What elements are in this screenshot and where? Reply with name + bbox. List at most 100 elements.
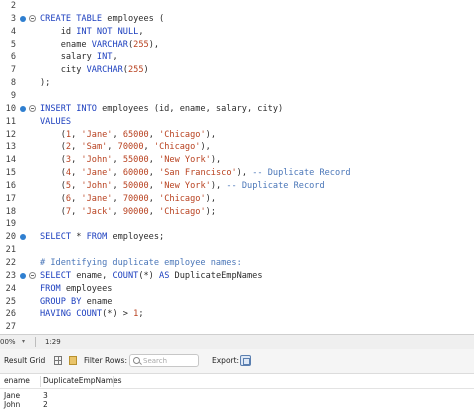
code-line[interactable]: 9 [0, 90, 474, 103]
code-line[interactable]: 20 SELECT * FROM employees; [0, 231, 474, 244]
code-line[interactable]: 11 VALUES [0, 116, 474, 129]
line-number: 10 [5, 103, 16, 114]
code-token: * [76, 232, 87, 243]
code-token: , [148, 168, 160, 179]
code-text: (6, 'Jane', 70000, 'Chicago'), [40, 193, 216, 206]
code-token: ) [143, 65, 149, 76]
code-line[interactable]: 24 FROM employees [0, 283, 474, 296]
code-line[interactable]: 18 (7, 'Jack', 90000, 'Chicago'); [0, 206, 474, 219]
code-token: ), [236, 168, 253, 179]
line-number: 26 [5, 309, 16, 320]
code-text: id INT NOT NULL, [40, 26, 144, 39]
column-header-ename[interactable]: ename [4, 374, 30, 388]
code-line[interactable]: 13 (2, 'Sam', 70000, 'Chicago'), [0, 141, 474, 154]
column-divider[interactable] [113, 376, 114, 387]
editor-status-bar: 00% ▾ 1:29 [0, 334, 474, 350]
code-token: ( [40, 129, 66, 140]
fold-toggle-icon[interactable] [29, 271, 36, 279]
cell-ename[interactable]: Jane [4, 391, 20, 400]
chevron-down-icon[interactable]: ▾ [22, 335, 25, 349]
statement-marker-icon[interactable] [20, 105, 26, 112]
code-token: , [112, 155, 123, 166]
code-line[interactable]: 12 (1, 'Jane', 65000, 'Chicago'), [0, 129, 474, 142]
code-line[interactable]: 6 salary INT, [0, 51, 474, 64]
code-token: ); [40, 78, 51, 89]
code-token: ( [40, 206, 66, 217]
code-line[interactable]: 5 ename VARCHAR(255), [0, 39, 474, 52]
code-token: , [148, 193, 160, 204]
code-line[interactable]: 3 CREATE TABLE employees ( [0, 13, 474, 26]
code-line[interactable]: 2 [0, 0, 474, 13]
code-token: , [112, 180, 123, 191]
code-token: COUNT [112, 270, 139, 281]
sql-editor[interactable]: 2 3 CREATE TABLE employees (4 id INT NOT N… [0, 0, 474, 334]
code-token: ( [40, 168, 66, 179]
code-token: , [71, 142, 82, 153]
code-line[interactable]: 19 [0, 218, 474, 231]
code-line[interactable]: 10 INSERT INTO employees (id, ename, sala… [0, 103, 474, 116]
line-number: 21 [5, 245, 16, 256]
statement-marker-icon[interactable] [20, 272, 26, 279]
column-divider[interactable] [40, 376, 41, 387]
cell-ename[interactable]: John [4, 400, 20, 409]
column-header-duplicateempnames[interactable]: DuplicateEmpNames [43, 374, 122, 388]
grid-icon[interactable] [54, 356, 62, 365]
line-number: 19 [5, 219, 16, 230]
code-line[interactable]: 17 (6, 'Jane', 70000, 'Chicago'), [0, 193, 474, 206]
code-line[interactable]: 26 HAVING COUNT(*) > 1; [0, 308, 474, 321]
export-icon[interactable] [240, 355, 251, 366]
code-token: ), [200, 142, 211, 153]
fold-toggle-icon[interactable] [29, 14, 36, 22]
code-line[interactable]: 4 id INT NOT NULL, [0, 26, 474, 39]
code-token: 'Chicago' [153, 142, 201, 153]
line-number: 2 [10, 1, 16, 11]
cell-count[interactable]: 2 [43, 400, 48, 409]
code-token: ename [40, 39, 92, 50]
filter-search-input[interactable]: Search [129, 354, 199, 367]
code-token: , [71, 129, 82, 140]
code-line[interactable]: 23 SELECT ename, COUNT(*) AS DuplicateEmp… [0, 270, 474, 283]
code-token: 70000 [117, 142, 144, 153]
columns-icon[interactable] [69, 356, 77, 365]
table-row[interactable]: Jane 3 [0, 391, 474, 400]
code-token: employees; [112, 232, 165, 243]
line-number: 14 [5, 155, 16, 166]
code-line[interactable]: 7 city VARCHAR(255) [0, 64, 474, 77]
code-line[interactable]: 8); [0, 77, 474, 90]
code-token: ), [210, 180, 227, 191]
code-token: city [40, 65, 87, 76]
zoom-level[interactable]: 00% [0, 335, 16, 349]
code-line[interactable]: 22 # Identifying duplicate employee names… [0, 257, 474, 270]
code-token: , [148, 155, 160, 166]
code-token: ename [86, 296, 113, 307]
code-line[interactable]: 15 (4, 'Jane', 60000, 'San Francisco'), … [0, 167, 474, 180]
code-text: ); [40, 77, 50, 90]
code-token: # Identifying duplicate employee names: [40, 258, 242, 268]
line-number: 11 [5, 116, 16, 127]
code-line[interactable]: 14 (3, 'John', 55000, 'New York'), [0, 154, 474, 167]
statement-marker-icon[interactable] [20, 15, 26, 22]
cursor-position: 1:29 [45, 338, 61, 346]
code-text: ename VARCHAR(255), [40, 39, 159, 52]
code-token: CREATE TABLE [40, 13, 108, 24]
code-line[interactable]: 21 [0, 244, 474, 257]
code-line[interactable]: 27 [0, 321, 474, 334]
code-token: , [112, 193, 123, 204]
code-token: VARCHAR [86, 65, 123, 76]
code-line[interactable]: 16 (5, 'John', 50000, 'New York'), -- Du… [0, 180, 474, 193]
line-number: 25 [5, 296, 16, 307]
line-number: 15 [5, 168, 16, 179]
code-token: 70000 [122, 193, 149, 204]
code-token: INSERT INTO [40, 103, 103, 114]
code-line[interactable]: 25 GROUP BY ename [0, 296, 474, 309]
fold-toggle-icon[interactable] [29, 104, 36, 112]
code-token: 'San Francisco' [159, 168, 237, 179]
cell-count[interactable]: 3 [43, 391, 48, 400]
result-grid-tab[interactable]: Result Grid [4, 356, 45, 366]
code-token: 55000 [122, 155, 149, 166]
code-text: (7, 'Jack', 90000, 'Chicago'); [40, 206, 216, 219]
statement-marker-icon[interactable] [20, 234, 26, 241]
table-row[interactable]: John 2 [0, 400, 474, 409]
code-token: , [112, 206, 123, 217]
code-token: 'Jack' [81, 206, 113, 217]
